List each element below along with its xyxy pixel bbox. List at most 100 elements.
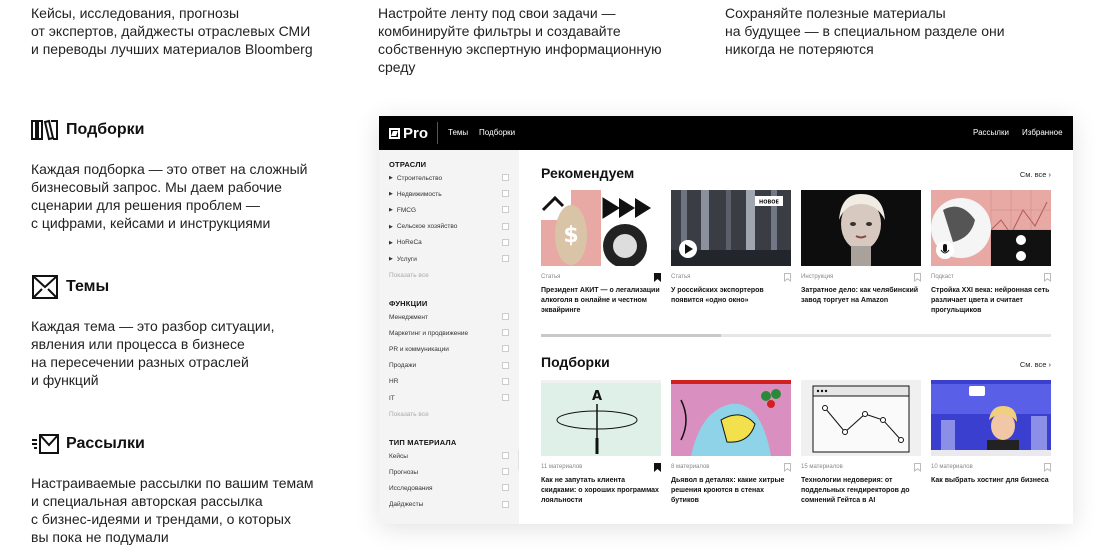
- filter-checkbox[interactable]: [502, 452, 509, 459]
- article-card[interactable]: Подкаст Стройка XXI века: нейронная сеть…: [931, 190, 1051, 316]
- text-line: вы пока не подумали: [31, 529, 169, 545]
- article-title[interactable]: У российских экспортеров появится «одно …: [671, 286, 791, 306]
- filter-checkbox[interactable]: [502, 468, 509, 476]
- text-line: сценарии для решения проблем —: [31, 197, 260, 213]
- filter-checkbox[interactable]: [502, 206, 509, 214]
- collection-count: 10 материалов: [931, 464, 973, 470]
- article-type: Статья: [541, 274, 561, 280]
- pro-logo[interactable]: Pro: [389, 124, 428, 142]
- filter-option[interactable]: ▶ FMCG: [389, 204, 509, 216]
- nav-newsletters[interactable]: Рассылки: [973, 128, 1009, 137]
- filter-checkbox[interactable]: [502, 394, 509, 401]
- expand-arrow-icon[interactable]: ▶: [389, 240, 393, 246]
- filter-option-label: Услуги: [396, 255, 417, 263]
- collection-title[interactable]: Дьявол в деталях: какие хитрые решения к…: [671, 476, 791, 506]
- collection-card[interactable]: A 11 материалов Как не запутать клиента …: [541, 380, 661, 506]
- show-all-link[interactable]: Показать все: [389, 411, 429, 418]
- collection-card[interactable]: 10 материалов Как выбрать хостинг для би…: [931, 380, 1051, 486]
- feature-title: Темы: [66, 278, 110, 295]
- feature-topics: Темы Каждая тема — это разбор ситуации, я…: [31, 273, 351, 389]
- see-all-collections-link[interactable]: См. все ›: [1020, 360, 1051, 369]
- text-line: и переводы лучших материалов Bloomberg: [31, 41, 313, 57]
- collection-card[interactable]: 8 материалов Дьявол в деталях: какие хит…: [671, 380, 791, 506]
- filter-checkbox[interactable]: [502, 377, 509, 385]
- filter-option[interactable]: Прогнозы: [389, 466, 509, 478]
- article-image: [801, 190, 921, 266]
- bookmark-outline-icon[interactable]: [914, 463, 921, 472]
- article-title[interactable]: Стройка XXI века: нейронная сеть различа…: [931, 286, 1051, 316]
- filter-option[interactable]: Продажи: [389, 360, 509, 372]
- filter-option[interactable]: ▶ Недвижимость: [389, 188, 509, 200]
- filter-checkbox[interactable]: [502, 222, 509, 230]
- article-image: НОВОЕ: [671, 190, 791, 266]
- envelope-icon: [31, 273, 59, 301]
- nav-favorites[interactable]: Избранное: [1022, 128, 1063, 137]
- article-title[interactable]: Затратное дело: как челябинский завод то…: [801, 286, 921, 306]
- filter-option-label: HoReCa: [396, 239, 422, 247]
- expand-arrow-icon[interactable]: ▶: [389, 175, 393, 181]
- see-all-recommend-link[interactable]: См. все ›: [1020, 170, 1051, 179]
- collection-title[interactable]: Как не запутать клиента скидками: о хоро…: [541, 476, 661, 506]
- bookmark-outline-icon[interactable]: [1044, 463, 1051, 472]
- filter-checkbox[interactable]: [502, 255, 509, 262]
- filter-checkbox[interactable]: [502, 329, 509, 337]
- filter-checkbox[interactable]: [502, 361, 509, 369]
- intro-column-3: Сохраняйте полезные материалы на будущее …: [725, 4, 1045, 58]
- collection-image: [671, 380, 791, 456]
- filter-option[interactable]: Менеджмент: [389, 311, 509, 323]
- intro-column-2: Настройте ленту под свои задачи — комбини…: [378, 4, 698, 76]
- filter-checkbox[interactable]: [502, 238, 509, 246]
- filter-option[interactable]: IT: [389, 392, 509, 404]
- filter-option[interactable]: ▶ HoReCa: [389, 237, 509, 249]
- article-card[interactable]: $ Статья Президент АКИТ — о легализации …: [541, 190, 661, 316]
- filter-option[interactable]: Маркетинг и продвижение: [389, 327, 509, 339]
- carousel-scrollbar[interactable]: [541, 334, 1051, 337]
- collection-title[interactable]: Как выбрать хостинг для бизнеса: [931, 476, 1051, 486]
- filter-option[interactable]: PR и коммуникации: [389, 343, 509, 355]
- text-line: и функций: [31, 372, 99, 388]
- article-card[interactable]: Инструкция Затратное дело: как челябинск…: [801, 190, 921, 306]
- nav-collections[interactable]: Подборки: [479, 128, 515, 137]
- expand-arrow-icon[interactable]: ▶: [389, 207, 393, 213]
- filter-option[interactable]: Дайджесты: [389, 499, 509, 511]
- article-card[interactable]: НОВОЕ Статья У российских экспортеров по…: [671, 190, 791, 306]
- expand-arrow-icon[interactable]: ▶: [389, 191, 393, 197]
- text-line: от экспертов, дайджесты отраслевых СМИ: [31, 23, 311, 39]
- collection-card[interactable]: 15 материалов Технологии недоверия: от п…: [801, 380, 921, 506]
- bookmark-outline-icon[interactable]: [784, 273, 791, 282]
- filter-option[interactable]: Кейсы: [389, 450, 509, 462]
- bookmark-outline-icon[interactable]: [1044, 273, 1051, 282]
- filter-option[interactable]: ▶ Услуги: [389, 253, 509, 265]
- text-line: с цифрами, кейсами и инструкциями: [31, 215, 271, 231]
- main-feed: Рекомендуем См. все › $ Статья Президент…: [519, 150, 1073, 524]
- bookmark-outline-icon[interactable]: [784, 463, 791, 472]
- filter-option[interactable]: Исследования: [389, 482, 509, 494]
- collection-title[interactable]: Технологии недоверия: от поддельных генд…: [801, 476, 921, 506]
- filter-option[interactable]: ▶ Сельское хозяйство: [389, 221, 509, 233]
- nav-topics[interactable]: Темы: [448, 128, 468, 137]
- svg-text:НОВОЕ: НОВОЕ: [759, 200, 779, 206]
- filter-option-label: Продажи: [389, 362, 417, 370]
- expand-arrow-icon[interactable]: ▶: [389, 256, 393, 262]
- filter-checkbox[interactable]: [502, 500, 509, 508]
- collection-image: [801, 380, 921, 456]
- filter-checkbox[interactable]: [502, 313, 509, 320]
- bookmark-icon[interactable]: [654, 463, 661, 472]
- filter-checkbox[interactable]: [502, 484, 509, 492]
- filter-group-title: ТИП МАТЕРИАЛА: [389, 438, 457, 447]
- show-all-link[interactable]: Показать все: [389, 272, 429, 279]
- filter-checkbox[interactable]: [502, 345, 509, 353]
- bookmark-icon[interactable]: [654, 273, 661, 282]
- svg-text:A: A: [592, 389, 602, 404]
- filter-checkbox[interactable]: [502, 174, 509, 181]
- svg-text:$: $: [563, 223, 578, 248]
- article-image: [931, 190, 1051, 266]
- bookmark-outline-icon[interactable]: [914, 273, 921, 282]
- collection-image: [931, 380, 1051, 456]
- filter-option[interactable]: HR: [389, 376, 509, 388]
- filter-checkbox[interactable]: [502, 190, 509, 198]
- collection-count: 15 материалов: [801, 464, 843, 470]
- filter-option[interactable]: ▶ Строительство: [389, 172, 509, 184]
- article-title[interactable]: Президент АКИТ — о легализации алкоголя …: [541, 286, 661, 316]
- expand-arrow-icon[interactable]: ▶: [389, 224, 393, 230]
